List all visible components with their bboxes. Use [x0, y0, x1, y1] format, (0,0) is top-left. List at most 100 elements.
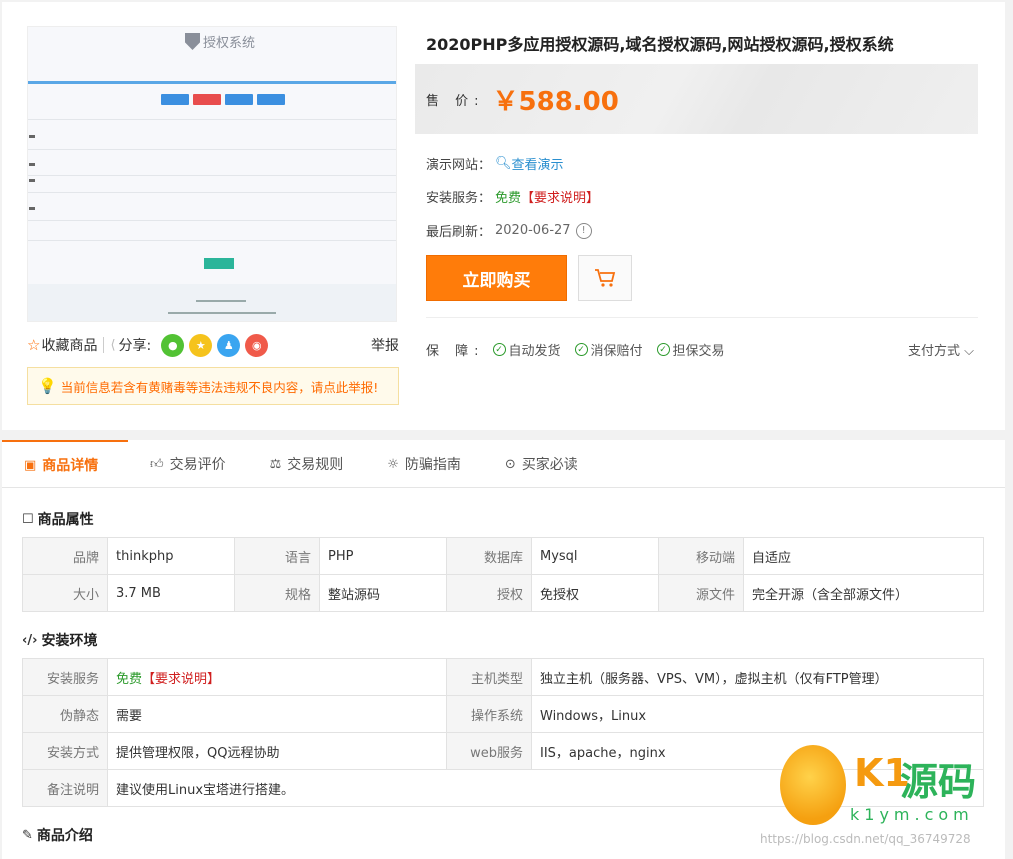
attr-value: Mysql [531, 537, 659, 575]
section-title: 安装环境 [41, 633, 98, 649]
env-key: 伪静态 [22, 695, 108, 733]
preview-footer-line [196, 300, 246, 302]
star-icon[interactable]: ☆ [27, 336, 40, 354]
demo-link[interactable]: 查看演示 [512, 154, 564, 173]
guarantee-item: ✓ 担保交易 [656, 340, 725, 359]
env-service-free: 免费 [116, 671, 143, 687]
image-icon: ▣ [24, 457, 37, 473]
install-key: 安装服务： [426, 191, 492, 206]
share-label: 分享: [118, 338, 152, 354]
env-service-note-link[interactable]: 【要求说明】 [142, 672, 220, 687]
tab-details[interactable]: ▣ 商品详情 [2, 440, 128, 488]
tab-buyer-must-read[interactable]: ⊙ 买家必读 [483, 440, 600, 488]
price-value: ￥588.00 [492, 86, 619, 117]
attr-value: 完全开源（含全部源文件） [743, 574, 984, 612]
price-box: 售 价: ￥588.00 [415, 64, 978, 134]
cart-icon[interactable] [578, 255, 632, 301]
attr-key: 数据库 [446, 537, 532, 575]
check-icon: ✓ [492, 343, 506, 356]
attr-key: 品牌 [22, 537, 108, 575]
attr-value: 免授权 [531, 574, 659, 612]
preview-footer-line [168, 312, 276, 314]
buy-now-button[interactable]: 立即购买 [426, 255, 567, 301]
env-value: 需要 [107, 695, 447, 733]
attr-value: PHP [319, 537, 447, 575]
env-value: 免费【要求说明】 [107, 658, 447, 696]
tab-rules[interactable]: ⚖︎ 交易规则 [248, 440, 366, 488]
refresh-row: 最后刷新： 2020-06-27 ! [426, 221, 592, 240]
qzone-icon[interactable]: ★ [189, 333, 213, 357]
section-title: 商品介绍 [36, 828, 93, 844]
payment-label[interactable]: 支付方式 [908, 344, 960, 359]
thumb-up-icon: 👍︎ [150, 456, 164, 472]
attr-value: thinkphp [107, 537, 235, 575]
env-value: Windows，Linux [531, 695, 984, 733]
env-key: 主机类型 [446, 658, 532, 696]
attr-key: 移动端 [658, 537, 744, 575]
report-notice[interactable]: 💡 当前信息若含有黄赌毒等违法违规不良内容，请点此举报! [27, 367, 399, 405]
preview-button [193, 94, 221, 105]
env-key: 备注说明 [22, 769, 108, 807]
favorite-button[interactable]: 收藏商品 [41, 335, 97, 355]
preview-submit-button [204, 258, 234, 269]
preview-divider [28, 220, 396, 221]
notice-text[interactable]: 当前信息若含有黄赌毒等违法违规不良内容，请点此举报! [61, 377, 379, 396]
table-row: 伪静态 需要 操作系统 Windows，Linux [22, 695, 984, 733]
report-link[interactable]: 举报 [371, 335, 399, 355]
detail-tabs: ▣ 商品详情 👍︎ 交易评价 ⚖︎ 交易规则 ☼ 防骗指南 ⊙ 买家必读 [2, 440, 1005, 488]
tab-reviews[interactable]: 👍︎ 交易评价 [128, 440, 248, 488]
info-icon[interactable]: ! [575, 222, 592, 239]
search-icon[interactable]: 🔍︎ [495, 156, 512, 171]
watermark-url: k1ym.com [850, 805, 974, 824]
check-icon: ✓ [656, 343, 670, 356]
weibo-icon[interactable]: ◉ [245, 333, 269, 357]
divider [103, 337, 105, 353]
install-row: 安装服务： 免费 【要求说明】 [426, 187, 599, 206]
chevron-down-icon[interactable]: ⌵ [960, 344, 974, 359]
shield-icon [185, 33, 200, 50]
share-icon: ⟨ [110, 337, 116, 353]
env-key: 操作系统 [446, 695, 532, 733]
tab-anti-fraud[interactable]: ☼ 防骗指南 [365, 440, 483, 488]
preview-divider [28, 240, 396, 241]
attr-value: 整站源码 [319, 574, 447, 612]
attr-key: 源文件 [658, 574, 744, 612]
edit-icon: ✎ [22, 827, 33, 843]
tab-label[interactable]: 防骗指南 [405, 454, 461, 474]
tab-label[interactable]: 交易评价 [170, 454, 226, 474]
qq-icon[interactable]: ♟ [217, 333, 241, 357]
guarantee-key: 保 障: [426, 344, 485, 359]
env-value: 独立主机（服务器、VPS、VM），虚拟主机（仅有FTP管理） [531, 658, 984, 696]
preview-logo-text: 授权系统 [203, 36, 256, 51]
tab-label[interactable]: 买家必读 [522, 454, 578, 474]
preview-divider [28, 175, 396, 176]
divider [426, 317, 978, 318]
product-preview-image[interactable]: 授权系统 [27, 26, 397, 322]
attr-key: 大小 [22, 574, 108, 612]
preview-button [225, 94, 253, 105]
tab-label[interactable]: 交易规则 [287, 454, 343, 474]
install-note-link[interactable]: 【要求说明】 [521, 187, 599, 206]
code-icon: ‹/› [22, 632, 38, 648]
table-row: 大小 3.7 MB 规格 整站源码 授权 免授权 源文件 完全开源（含全部源文件… [22, 574, 984, 612]
bulb-icon: 💡 [38, 377, 57, 395]
attr-key: 语言 [234, 537, 320, 575]
k1-watermark-logo: K1 源码 k1ym.com [780, 745, 995, 835]
payment-methods-dropdown[interactable]: 支付方式 ⌵ [908, 340, 974, 359]
csdn-watermark: https://blog.csdn.net/qq_36749728 [760, 832, 971, 846]
guarantee-label: 消保赔付 [590, 344, 643, 359]
intro-heading: ✎ 商品介绍 [22, 825, 93, 845]
watermark-brand-cn: 源码 [900, 760, 977, 804]
attr-value: 3.7 MB [107, 574, 235, 612]
product-title: 2020PHP多应用授权源码,域名授权源码,网站授权源码,授权系统 [426, 35, 894, 54]
guarantee-label: 担保交易 [672, 344, 725, 359]
preview-divider [28, 192, 396, 193]
attr-key: 授权 [446, 574, 532, 612]
table-row: 品牌 thinkphp 语言 PHP 数据库 Mysql 移动端 自适应 [22, 537, 984, 575]
env-key: 安装方式 [22, 732, 108, 770]
attr-key: 规格 [234, 574, 320, 612]
wechat-icon[interactable]: ● [161, 333, 185, 357]
env-value: 提供管理权限，QQ远程协助 [107, 732, 447, 770]
guarantee-row: 保 障: ✓ 自动发货 ✓ 消保赔付 ✓ 担保交易 支付方式 ⌵ [426, 340, 974, 359]
tab-label[interactable]: 商品详情 [42, 455, 98, 475]
